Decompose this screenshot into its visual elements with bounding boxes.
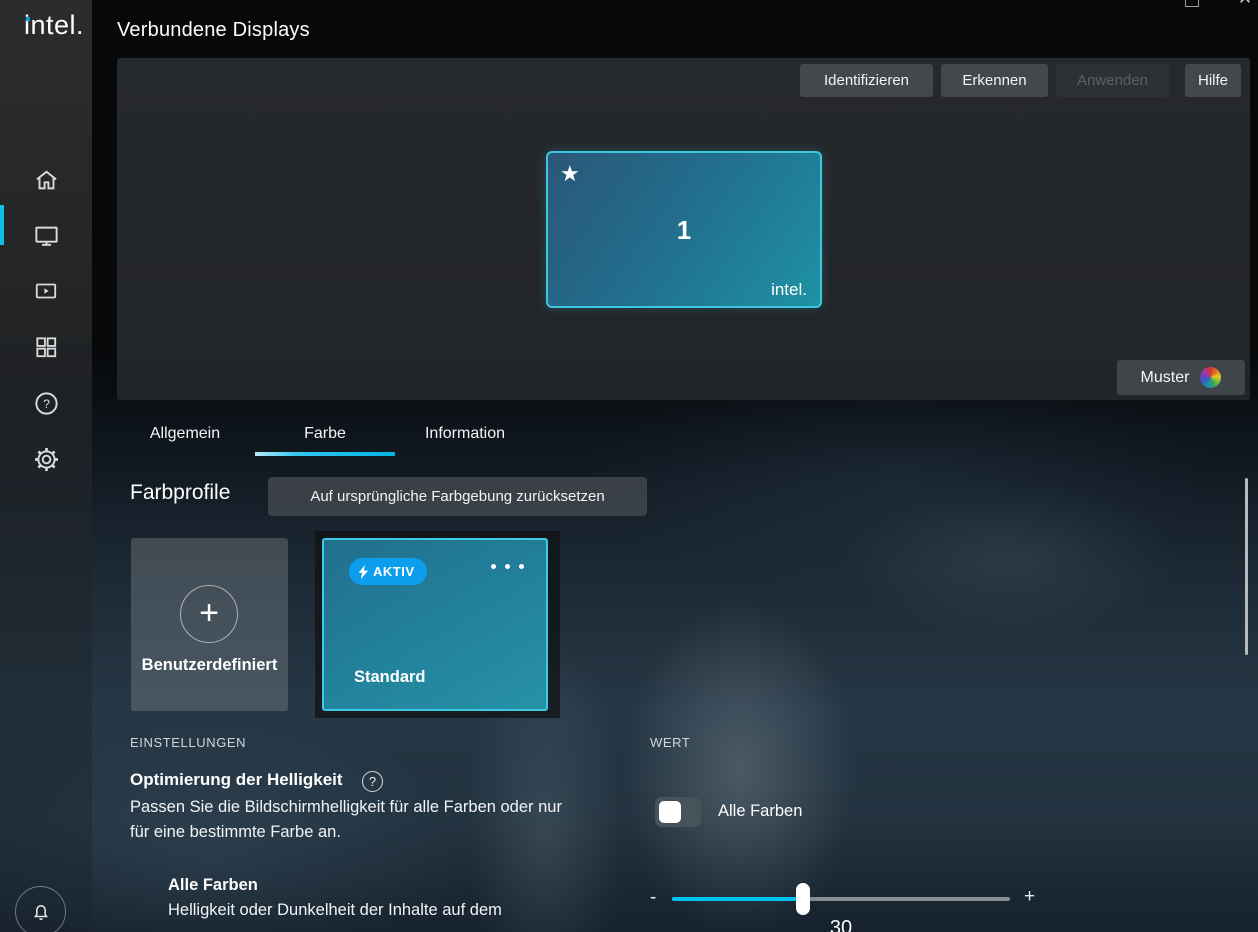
- all-colors-toggle[interactable]: [655, 797, 701, 827]
- brightness-help-icon[interactable]: ?: [362, 771, 383, 792]
- brightness-increase-button[interactable]: +: [1024, 886, 1035, 908]
- detect-button[interactable]: Erkennen: [941, 64, 1048, 97]
- vertical-scrollbar-thumb[interactable]: [1245, 478, 1248, 655]
- brightness-slider-thumb[interactable]: [796, 883, 811, 915]
- apply-button: Anwenden: [1056, 64, 1169, 97]
- reset-colors-button[interactable]: Auf ursprüngliche Farbgebung zurücksetze…: [268, 477, 647, 516]
- brightness-slider[interactable]: [672, 883, 1010, 915]
- display-1-thumbnail[interactable]: ★ 1 intel.: [546, 151, 822, 308]
- sidebar-item-help[interactable]: ?: [0, 381, 92, 425]
- sidebar-item-apps[interactable]: [0, 325, 92, 369]
- display-number: 1: [676, 215, 692, 245]
- active-badge: AKTIV: [349, 558, 427, 585]
- close-button[interactable]: ✕: [1237, 0, 1253, 7]
- sidebar-item-video[interactable]: [0, 269, 92, 313]
- sidebar: intel. ?: [0, 0, 92, 932]
- brightness-setting-title: Optimierung der Helligkeit: [130, 770, 343, 789]
- active-badge-label: AKTIV: [373, 564, 415, 579]
- primary-display-star-icon: ★: [560, 161, 580, 186]
- brightness-slider-fill: [672, 897, 804, 901]
- standard-profile-card[interactable]: AKTIV Standard: [322, 538, 548, 711]
- custom-profile-label: Benutzerdefiniert: [141, 656, 278, 674]
- add-profile-icon: +: [180, 585, 238, 643]
- display-intel-logo: intel.: [771, 280, 807, 299]
- brightness-value: 30: [829, 917, 853, 932]
- all-colors-description: Helligkeit oder Dunkelheit der Inhalte a…: [168, 901, 502, 919]
- toggle-knob: [659, 801, 681, 823]
- intel-logo: intel.: [24, 10, 84, 41]
- home-icon: [35, 170, 57, 189]
- help-button[interactable]: Hilfe: [1185, 64, 1241, 97]
- notifications-button[interactable]: [15, 886, 66, 932]
- maximize-button[interactable]: [1185, 0, 1199, 7]
- brightness-setting-description: Passen Sie die Bildschirmhelligkeit für …: [130, 798, 562, 841]
- tab-information[interactable]: Information: [395, 412, 535, 456]
- active-tab-underline: [255, 452, 395, 456]
- color-profiles-heading: Farbprofile: [130, 481, 231, 504]
- custom-profile-card[interactable]: + Benutzerdefiniert: [131, 538, 288, 711]
- tab-farbe[interactable]: Farbe: [255, 412, 395, 456]
- help-icon: ?: [34, 391, 58, 415]
- pattern-button[interactable]: Muster: [1117, 360, 1245, 395]
- page-title: Verbundene Displays: [117, 19, 310, 41]
- bell-icon: [33, 904, 48, 920]
- lightning-bolt-icon: [358, 564, 369, 579]
- brightness-decrease-button[interactable]: -: [650, 887, 656, 909]
- sidebar-item-displays[interactable]: [0, 213, 92, 257]
- tab-allgemein[interactable]: Allgemein: [115, 412, 255, 456]
- standard-profile-label: Standard: [354, 668, 426, 686]
- more-options-icon[interactable]: [491, 564, 524, 569]
- sidebar-item-home[interactable]: [0, 158, 92, 202]
- identify-button[interactable]: Identifizieren: [800, 64, 933, 97]
- apps-grid-icon: [36, 337, 57, 358]
- intel-graphics-command-center: intel. ? Verbundene Displays Identifizie…: [0, 0, 1258, 932]
- sidebar-item-settings[interactable]: [0, 437, 92, 481]
- all-colors-toggle-label: Alle Farben: [718, 802, 803, 820]
- intel-logo-dot: [26, 17, 30, 21]
- display-icon: [34, 226, 58, 246]
- pattern-button-label: Muster: [1140, 368, 1190, 386]
- intel-logo-text: intel.: [24, 10, 85, 40]
- all-colors-title: Alle Farben: [168, 876, 258, 894]
- gear-icon: [34, 447, 58, 471]
- svg-text:?: ?: [43, 397, 50, 411]
- video-icon: [35, 283, 57, 299]
- settings-column-header: EINSTELLUNGEN: [130, 735, 247, 750]
- color-wheel-icon: [1200, 367, 1222, 388]
- value-column-header: WERT: [650, 735, 691, 750]
